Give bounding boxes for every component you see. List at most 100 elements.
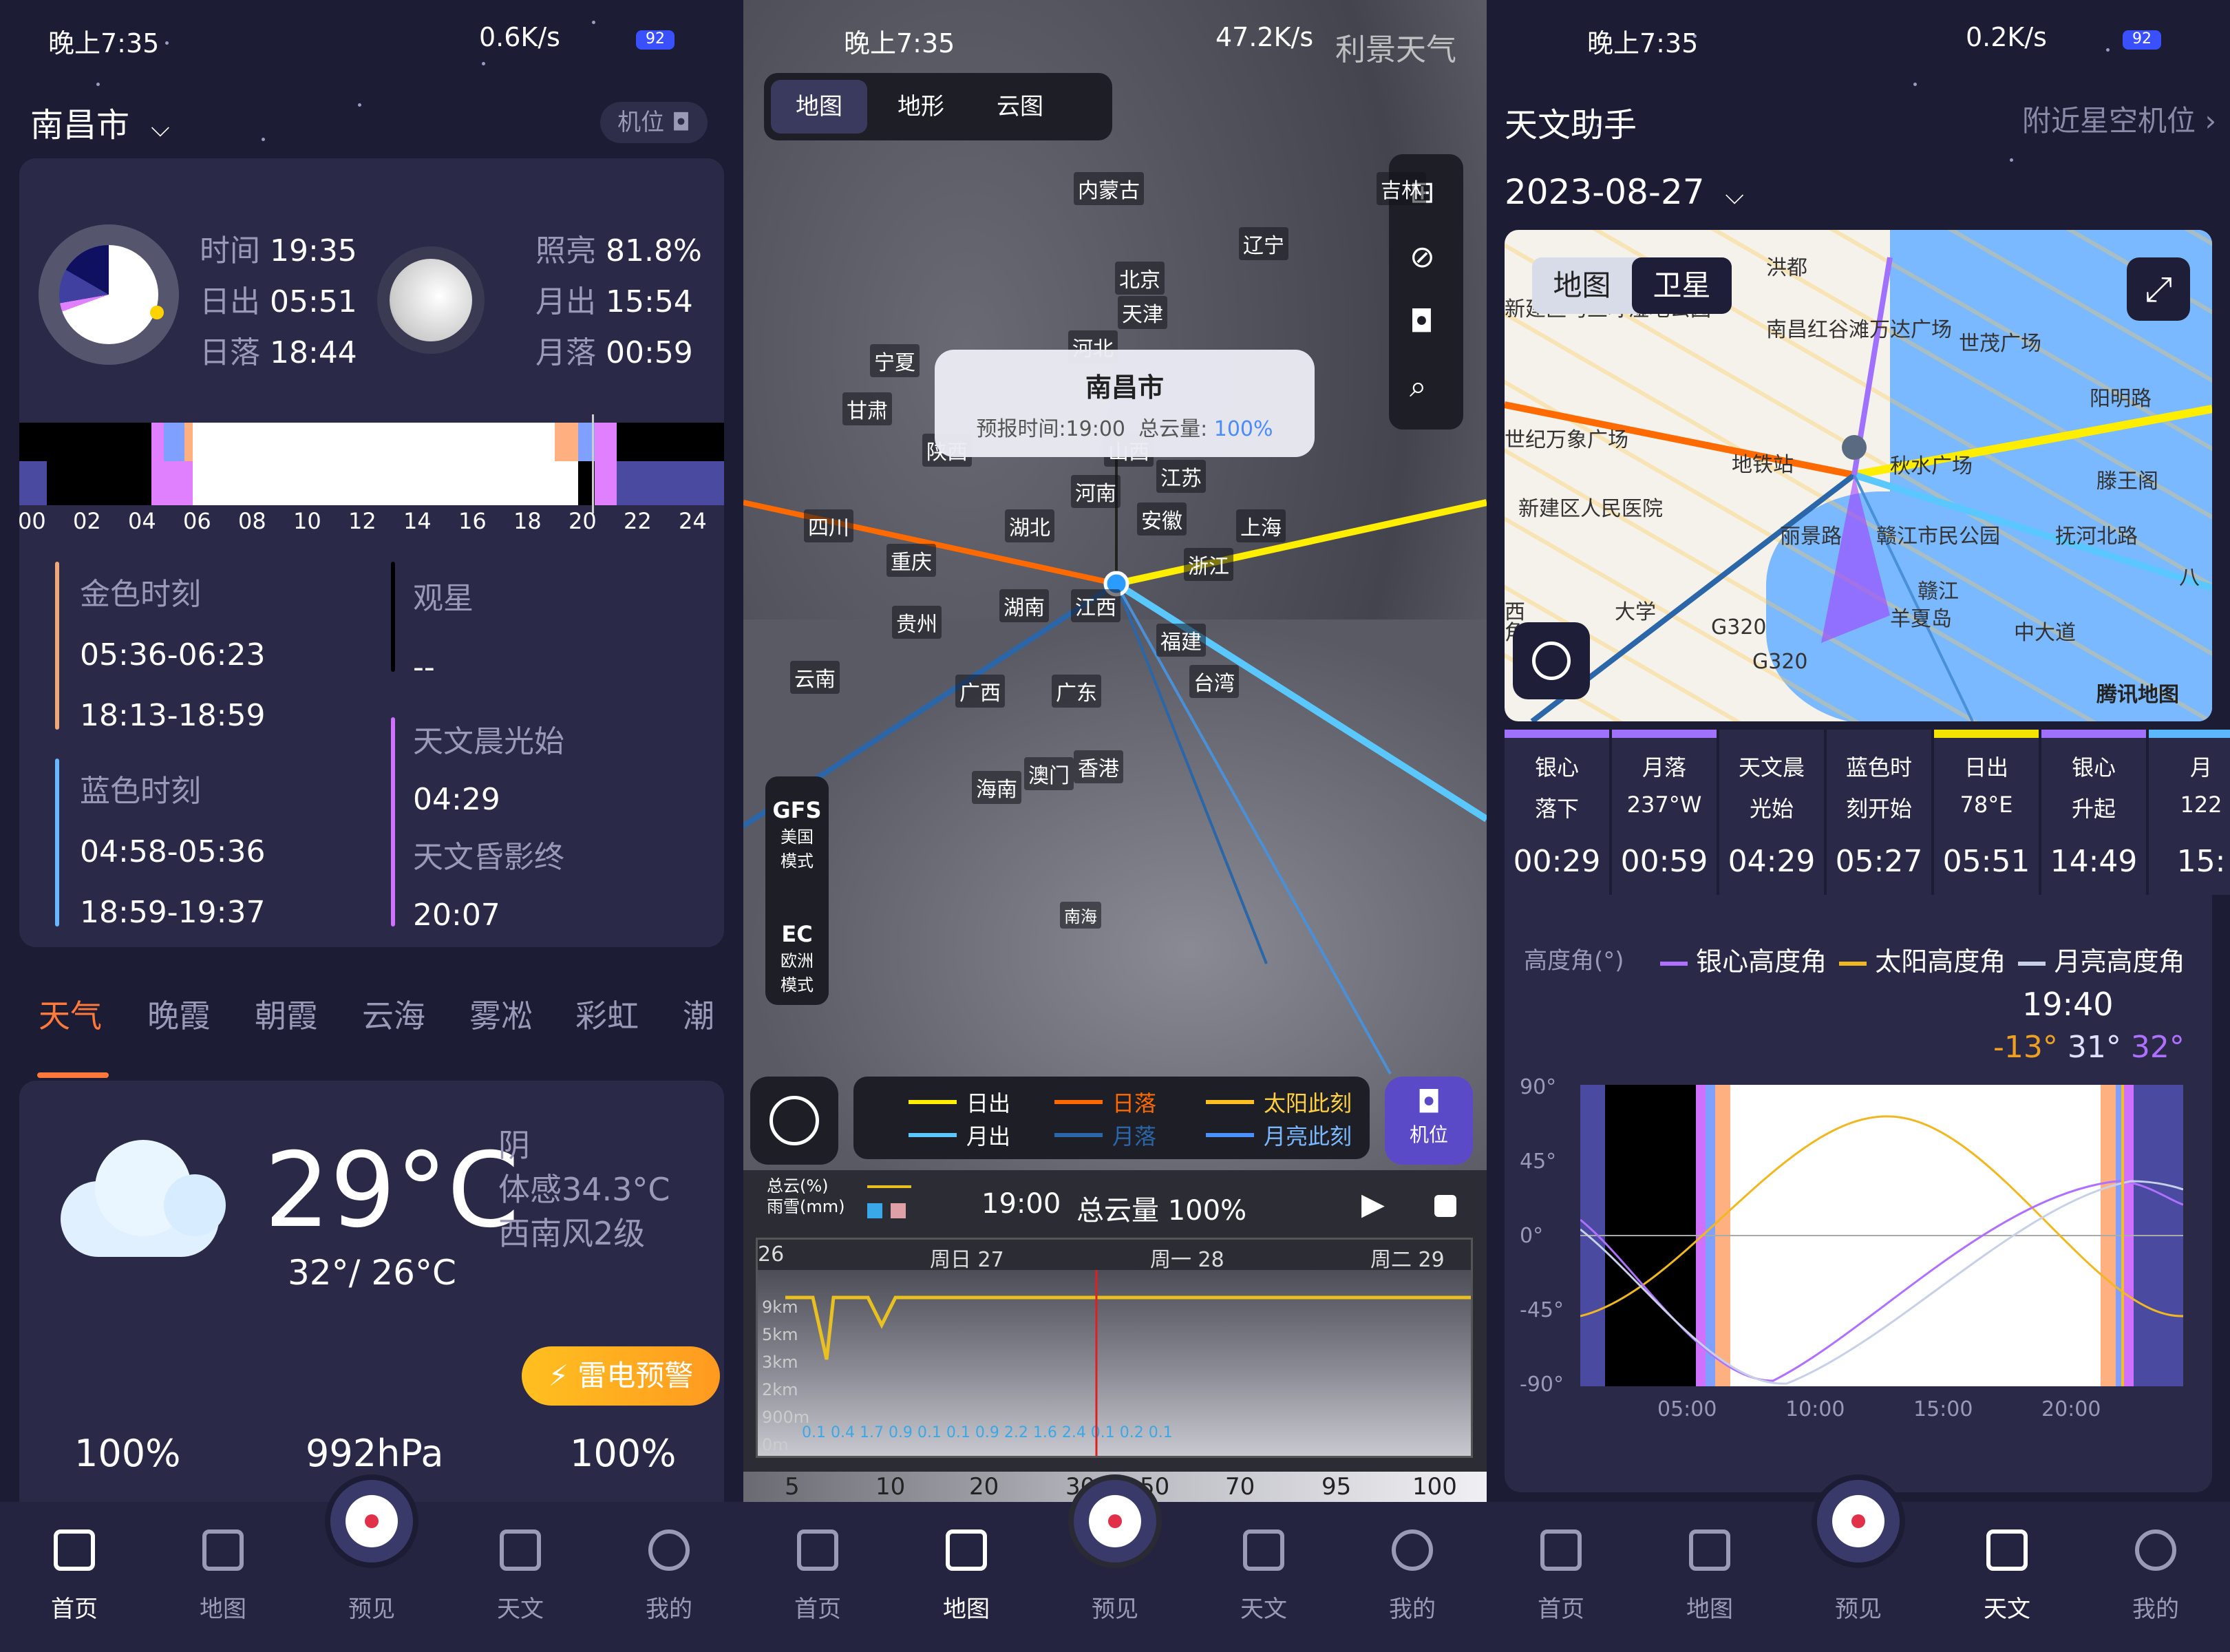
nearby-spots-link[interactable]: 附近星空机位 ›: [2022, 98, 2216, 140]
tab-6[interactable]: 潮: [683, 991, 714, 1037]
daylight-bar: [19, 414, 724, 513]
tab-4[interactable]: 雾凇: [469, 991, 533, 1037]
nav-home[interactable]: 首页: [743, 1502, 892, 1652]
search-icon[interactable]: ⌕: [1410, 369, 1427, 404]
tab-terrain[interactable]: 地形: [873, 80, 969, 134]
page-title: 天文助手: [1505, 106, 1637, 145]
camera-spot-button[interactable]: 机位 ◘: [600, 102, 708, 143]
forecast-flower-button[interactable]: [325, 1474, 418, 1568]
nav-astro[interactable]: 天文: [446, 1502, 595, 1652]
nav-map[interactable]: 地图: [1635, 1502, 1784, 1652]
nav-profile[interactable]: 我的: [1338, 1502, 1487, 1652]
event-cell[interactable]: 银心 落下 00:29: [1505, 730, 1609, 895]
nav-profile[interactable]: 我的: [2081, 1502, 2230, 1652]
event-name: 银心: [2071, 754, 2116, 781]
chart-legend: 银心高度角 太阳高度角 月亮高度角: [1660, 940, 2185, 978]
nav-home[interactable]: 首页: [1487, 1502, 1635, 1652]
stop-button[interactable]: [1434, 1195, 1456, 1217]
moon-phase-icon: [377, 246, 485, 354]
map-place-label: 湖南: [999, 589, 1049, 622]
nav-map[interactable]: 地图: [892, 1502, 1041, 1652]
forecast-popup[interactable]: 南昌市 预报时间:19:00 总云量: 100%: [935, 350, 1315, 457]
hour-tick: 18: [513, 508, 542, 534]
forecast-flower-button[interactable]: [1068, 1474, 1162, 1568]
event-cell[interactable]: 日出 78°E 05:51: [1934, 730, 2039, 895]
hour-tick: 16: [458, 508, 487, 534]
fullscreen-icon[interactable]: ⤢: [2127, 257, 2190, 321]
event-time: 15:: [2176, 844, 2226, 879]
lightning-icon: ⚡: [548, 1359, 569, 1392]
popup-city: 南昌市: [1085, 372, 1164, 403]
tab-5[interactable]: 彩虹: [575, 991, 639, 1037]
tab-2[interactable]: 朝霞: [255, 991, 318, 1037]
stat-humidity: 100%: [74, 1432, 181, 1475]
event-bar: [1934, 730, 2039, 738]
play-button[interactable]: ▶: [1361, 1187, 1385, 1222]
timeline-time: 19:00: [981, 1188, 1061, 1220]
watermark: 利景天气: [1335, 32, 1456, 67]
event-cell[interactable]: 天文晨 光始 04:29: [1719, 730, 1824, 895]
map-place-label: 阳明路: [2090, 387, 2152, 411]
status-time: 晚上7:35: [1587, 28, 1699, 59]
nav-profile[interactable]: 我的: [595, 1502, 743, 1652]
map-place-label: 河南: [1071, 475, 1121, 508]
forecast-flower-button[interactable]: [1812, 1474, 1905, 1568]
event-strip[interactable]: 银心 落下 00:29 月落 237°W 00:59 天文晨 光始 04:29 蓝色时 刻开始 05:…: [1505, 730, 2230, 895]
map-place-label: 南昌红谷滩万达广场: [1766, 318, 1952, 342]
tab-0[interactable]: 天气: [39, 991, 102, 1037]
scale-tick: 10: [875, 1473, 906, 1501]
event-cell[interactable]: 银心 升起 14:49: [2041, 730, 2146, 895]
thunder-alert-badge[interactable]: ⚡ 雷电预警: [522, 1346, 720, 1406]
wind: 西南风2级: [498, 1215, 646, 1252]
tab-cloud[interactable]: 云图: [972, 80, 1068, 134]
altitude-chart[interactable]: [1580, 1085, 2183, 1386]
date-selector[interactable]: 2023-08-27 ⌵: [1505, 172, 1744, 212]
timeline-chart[interactable]: 26 周日 27 周一 28 周二 29 9km 5km 3km 2km 900m 0m 0.1…: [756, 1238, 1473, 1458]
city-selector[interactable]: 南昌市 ⌵: [30, 98, 170, 146]
battery-icon: 92: [636, 30, 675, 50]
camera-icon[interactable]: ◘: [1410, 304, 1434, 339]
user-icon: [2135, 1529, 2176, 1571]
camera-spot-button[interactable]: ◘ 机位: [1385, 1077, 1473, 1165]
nav-astro[interactable]: 天文: [1189, 1502, 1338, 1652]
nav-home[interactable]: 首页: [0, 1502, 149, 1652]
locate-button[interactable]: [750, 1077, 838, 1165]
event-cell[interactable]: 月 122 15:: [2149, 730, 2230, 895]
map-place-label: 云南: [790, 661, 840, 694]
event-cell[interactable]: 蓝色时 刻开始 05:27: [1827, 730, 1931, 895]
map-place-label: 江西: [1071, 589, 1121, 622]
calendar-icon: [1986, 1529, 2028, 1571]
tab-1[interactable]: 晚霞: [147, 991, 211, 1037]
legend-moon: 月亮高度角: [2054, 946, 2185, 977]
nav-astro[interactable]: 天文: [1933, 1502, 2081, 1652]
model-ec[interactable]: EC 欧洲模式: [765, 921, 829, 995]
map-place-label: 上海: [1236, 509, 1286, 542]
event-cell[interactable]: 月落 237°W 00:59: [1612, 730, 1717, 895]
stargazing: 观星 --: [413, 564, 474, 702]
user-icon: [1392, 1529, 1433, 1571]
toggle-map[interactable]: 地图: [1532, 257, 1632, 314]
map-place-label: 内蒙古: [1074, 172, 1144, 205]
astro-dawn-time: 04:29: [413, 782, 500, 817]
location-map[interactable]: 洪都新建区马兰圩湿地公园南昌红谷滩万达广场世茂广场阳明路世纪万象广场地铁站秋水广…: [1505, 230, 2212, 721]
stat-cloud: 100%: [570, 1432, 677, 1475]
model-gfs[interactable]: GFS 美国模式: [765, 797, 829, 871]
active-tab-indicator: [37, 1072, 109, 1078]
compass-icon[interactable]: ⊘: [1410, 240, 1435, 275]
camera-icon: ◘: [671, 109, 690, 136]
readout-values: -13° 31° 32°: [1993, 1030, 2185, 1065]
golden-hour-am: 05:36-06:23: [80, 637, 266, 673]
map-place-label: 北京: [1115, 262, 1165, 295]
city-name: 南昌市: [30, 106, 130, 145]
x-tick-label: 05:00: [1657, 1397, 1717, 1421]
event-time: 04:29: [1728, 844, 1816, 879]
event-sub: 刻开始: [1845, 796, 1912, 822]
x-tick-label: 10:00: [1785, 1397, 1845, 1421]
map-legend: 日出 日落 太阳此刻 月出 月落 月亮此刻: [853, 1077, 1370, 1159]
toggle-satellite[interactable]: 卫星: [1632, 257, 1732, 314]
tab-map[interactable]: 地图: [771, 80, 867, 134]
event-sub: 升起: [2071, 796, 2116, 822]
locate-button[interactable]: [1513, 622, 1590, 699]
tab-3[interactable]: 云海: [362, 991, 425, 1037]
nav-map[interactable]: 地图: [149, 1502, 297, 1652]
